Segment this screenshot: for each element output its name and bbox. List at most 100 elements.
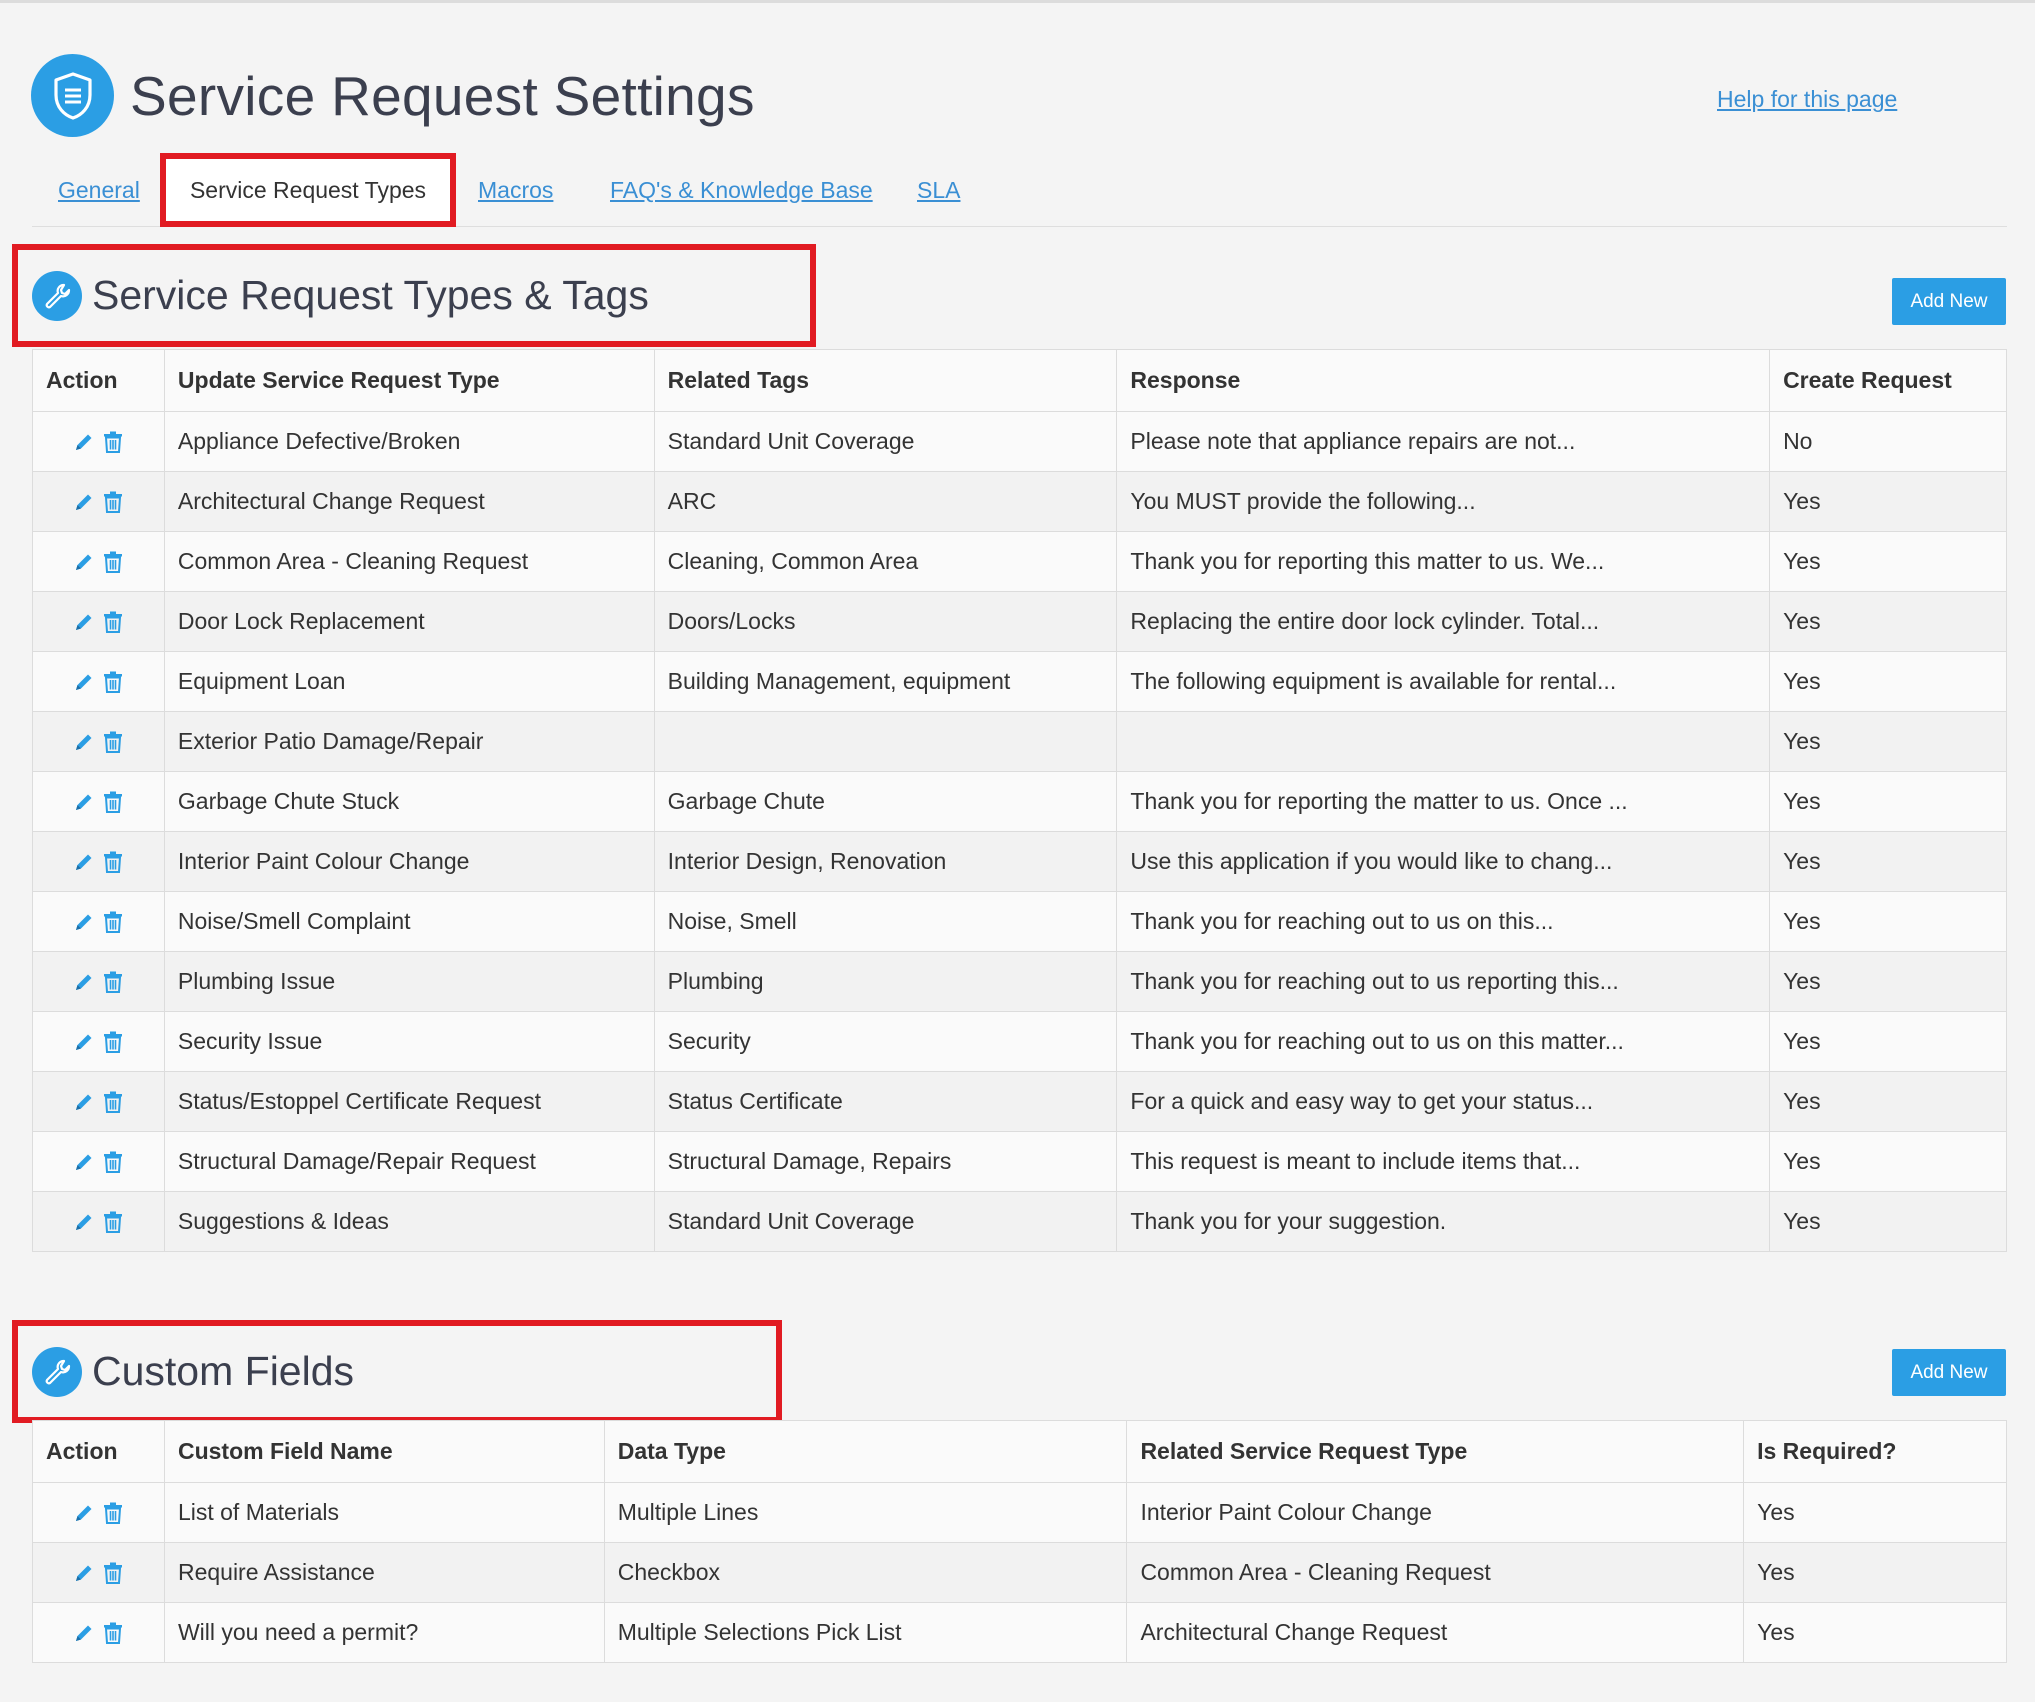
type-cell: Status/Estoppel Certificate Request [163, 1071, 655, 1132]
trash-icon[interactable] [103, 911, 123, 933]
create-request-cell: Yes [1769, 1131, 2007, 1192]
trash-icon[interactable] [103, 791, 123, 813]
pencil-icon[interactable] [73, 1151, 95, 1173]
tags-cell: Security [653, 1011, 1118, 1072]
action-cell [32, 831, 165, 892]
pencil-icon[interactable] [73, 1562, 95, 1584]
action-cell [32, 591, 165, 652]
related-type-cell: Common Area - Cleaning Request [1126, 1542, 1745, 1603]
action-cell [32, 711, 165, 772]
tab-sla[interactable]: SLA [917, 153, 960, 227]
table-row: Garbage Chute Stuck Garbage Chute Thank yo… [32, 771, 2007, 832]
response-cell: For a quick and easy way to get your sta… [1116, 1071, 1771, 1132]
data-type-cell: Checkbox [603, 1542, 1128, 1603]
table-row: Interior Paint Colour Change Interior Des… [32, 831, 2007, 892]
wrench-icon [32, 270, 82, 321]
create-request-cell: Yes [1769, 891, 2007, 952]
table-row: Common Area - Cleaning Request Cleaning, … [32, 531, 2007, 592]
pencil-icon[interactable] [73, 791, 95, 813]
pencil-icon[interactable] [73, 611, 95, 633]
pencil-icon[interactable] [73, 671, 95, 693]
trash-icon[interactable] [103, 1622, 123, 1644]
tags-cell: Standard Unit Coverage [653, 1191, 1118, 1252]
table-row: Noise/Smell Complaint Noise, Smell Thank y… [32, 891, 2007, 952]
response-cell: Thank you for reaching out to us on this… [1116, 891, 1771, 952]
table-row: Status/Estoppel Certificate Request Statu… [32, 1071, 2007, 1132]
data-type-cell: Multiple Lines [603, 1482, 1128, 1543]
trash-icon[interactable] [103, 1031, 123, 1053]
response-cell: Replacing the entire door lock cylinder.… [1116, 591, 1771, 652]
tags-cell: Noise, Smell [653, 891, 1118, 952]
types-section-header: Service Request Types & Tags [12, 244, 816, 347]
help-link[interactable]: Help for this page [1717, 86, 1897, 113]
pencil-icon[interactable] [73, 971, 95, 993]
create-request-cell: Yes [1769, 951, 2007, 1012]
create-request-cell: Yes [1769, 1071, 2007, 1132]
pencil-icon[interactable] [73, 1622, 95, 1644]
tab-faq-knowledge-base[interactable]: FAQ's & Knowledge Base [610, 153, 873, 227]
tab-service-request-types[interactable]: Service Request Types [160, 153, 456, 227]
trash-icon[interactable] [103, 1211, 123, 1233]
response-cell: Thank you for reporting this matter to u… [1116, 531, 1771, 592]
pencil-icon[interactable] [73, 1211, 95, 1233]
response-cell: This request is meant to include items t… [1116, 1131, 1771, 1192]
response-cell: Please note that appliance repairs are n… [1116, 411, 1771, 472]
add-new-type-button[interactable]: Add New [1892, 278, 2006, 325]
tags-cell [653, 711, 1118, 772]
action-cell [32, 651, 165, 712]
table-row: Security Issue Security Thank you for reac… [32, 1011, 2007, 1072]
custom-section-header: Custom Fields [12, 1320, 782, 1423]
action-cell [32, 1602, 165, 1663]
add-new-custom-field-button[interactable]: Add New [1892, 1349, 2006, 1396]
is-required-cell: Yes [1743, 1542, 2007, 1603]
table-row: List of Materials Multiple Lines Interior … [32, 1482, 2007, 1543]
create-request-cell: Yes [1769, 471, 2007, 532]
table-row: Will you need a permit? Multiple Selectio… [32, 1602, 2007, 1663]
pencil-icon[interactable] [73, 1031, 95, 1053]
trash-icon[interactable] [103, 1502, 123, 1524]
action-cell [32, 1071, 165, 1132]
type-cell: Noise/Smell Complaint [163, 891, 655, 952]
pencil-icon[interactable] [73, 1502, 95, 1524]
trash-icon[interactable] [103, 1091, 123, 1113]
response-cell: Use this application if you would like t… [1116, 831, 1771, 892]
pencil-icon[interactable] [73, 1091, 95, 1113]
custom-field-name-cell: Will you need a permit? [163, 1602, 605, 1663]
table-row: Suggestions & Ideas Standard Unit Coverag… [32, 1191, 2007, 1252]
pencil-icon[interactable] [73, 491, 95, 513]
trash-icon[interactable] [103, 671, 123, 693]
trash-icon[interactable] [103, 851, 123, 873]
table-row: Appliance Defective/Broken Standard Unit … [32, 411, 2007, 472]
tags-cell: Doors/Locks [653, 591, 1118, 652]
table-header-row: Action Custom Field Name Data Type Relat… [32, 1420, 2007, 1483]
trash-icon[interactable] [103, 971, 123, 993]
trash-icon[interactable] [103, 491, 123, 513]
shield-document-icon [31, 54, 114, 137]
trash-icon[interactable] [103, 611, 123, 633]
trash-icon[interactable] [103, 731, 123, 753]
page-title: Service Request Settings [130, 64, 755, 127]
custom-fields-table: Action Custom Field Name Data Type Relat… [32, 1420, 2007, 1663]
create-request-cell: Yes [1769, 531, 2007, 592]
trash-icon[interactable] [103, 1562, 123, 1584]
pencil-icon[interactable] [73, 551, 95, 573]
create-request-cell: Yes [1769, 651, 2007, 712]
pencil-icon[interactable] [73, 731, 95, 753]
tab-macros[interactable]: Macros [478, 153, 553, 227]
tab-general[interactable]: General [58, 153, 140, 227]
related-type-cell: Interior Paint Colour Change [1126, 1482, 1745, 1543]
col-related-type: Related Service Request Type [1126, 1420, 1745, 1483]
pencil-icon[interactable] [73, 911, 95, 933]
action-cell [32, 1542, 165, 1603]
trash-icon[interactable] [103, 431, 123, 453]
trash-icon[interactable] [103, 551, 123, 573]
response-cell: Thank you for reaching out to us on this… [1116, 1011, 1771, 1072]
col-data-type: Data Type [603, 1420, 1128, 1483]
col-is-required: Is Required? [1743, 1420, 2007, 1483]
page-header: Service Request Settings [31, 54, 755, 137]
trash-icon[interactable] [103, 1151, 123, 1173]
pencil-icon[interactable] [73, 431, 95, 453]
tags-cell: Status Certificate [653, 1071, 1118, 1132]
pencil-icon[interactable] [73, 851, 95, 873]
tags-cell: Garbage Chute [653, 771, 1118, 832]
